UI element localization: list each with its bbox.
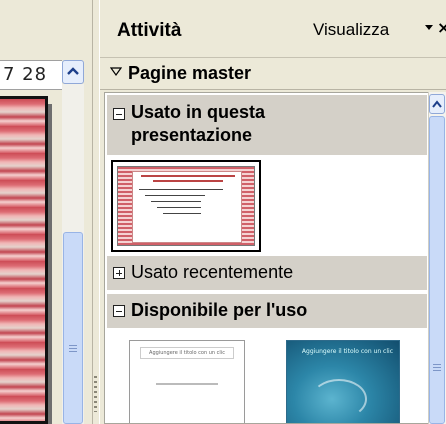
thumbnail-title-line [141, 175, 235, 177]
vertical-ruler-readout: 7 28 [0, 60, 62, 90]
close-icon[interactable]: × [437, 18, 446, 37]
task-pane-title: Attività [117, 20, 182, 41]
grip-icon [69, 345, 77, 352]
impress-window: 7 28 Attività Visualizza × Pagine master… [0, 0, 446, 424]
task-pane-scrollbar-thumb[interactable] [429, 116, 445, 424]
document-scrollbar-thumb[interactable] [63, 232, 83, 424]
splitter-grip-icon [94, 376, 97, 412]
thumbnail-card [132, 171, 242, 243]
thumbnail-text-line [151, 201, 201, 202]
view-menu-button[interactable]: Visualizza [313, 20, 389, 40]
grip-icon [433, 364, 441, 371]
thumbnail-text-line [145, 195, 205, 196]
minus-box-icon[interactable] [113, 305, 125, 317]
triangle-down-icon[interactable] [110, 67, 122, 77]
pane-splitter[interactable] [92, 0, 100, 424]
thumbnail-text-line [157, 207, 201, 208]
ruler-text: 7 28 [3, 64, 48, 85]
chevron-up-icon [432, 100, 442, 108]
group-label: Usato in questa presentazione [131, 102, 266, 145]
thumbnail-text-line [156, 383, 218, 385]
master-pages-list: Usato in questa presentazione Usato rece… [104, 92, 428, 424]
slide-preview[interactable] [0, 96, 48, 424]
chevron-up-icon [67, 67, 79, 75]
task-pane: Attività Visualizza × Pagine master Usat… [100, 0, 446, 424]
group-recently-used[interactable]: Usato recentemente [107, 256, 427, 290]
thumbnail-title-line [153, 180, 223, 182]
thumbnail-image [117, 166, 255, 246]
group-used-in-presentation[interactable]: Usato in questa presentazione [107, 95, 427, 155]
thumbnail-caption: Aggiungere il titolo con un clic [140, 347, 234, 359]
master-thumbnail-current[interactable] [111, 160, 261, 252]
dropdown-arrow-icon[interactable] [425, 25, 433, 30]
master-pages-section-header[interactable]: Pagine master [100, 58, 446, 90]
master-thumbnail-blue[interactable]: Aggiungere il titolo con un clic [286, 340, 400, 423]
slide-shadow [48, 104, 52, 424]
thumbnail-text-line [139, 189, 223, 190]
group-label: Disponibile per l'uso [131, 300, 308, 320]
document-scroll-up-button[interactable] [62, 60, 84, 84]
plus-box-icon[interactable] [113, 267, 125, 279]
minus-box-icon[interactable] [113, 108, 125, 120]
thumbnail-text-line [163, 213, 201, 214]
document-area: 7 28 [0, 0, 92, 424]
master-thumbnail-default[interactable]: Aggiungere il titolo con un clic [129, 340, 245, 423]
swirl-decoration [311, 379, 367, 419]
task-pane-header: Attività Visualizza × [100, 0, 446, 58]
group-available[interactable]: Disponibile per l'uso [107, 294, 427, 328]
group-label: Usato recentemente [131, 262, 294, 282]
thumbnail-caption: Aggiungere il titolo con un clic [301, 348, 393, 355]
section-title: Pagine master [128, 63, 252, 83]
task-pane-scroll-up-button[interactable] [429, 94, 445, 114]
